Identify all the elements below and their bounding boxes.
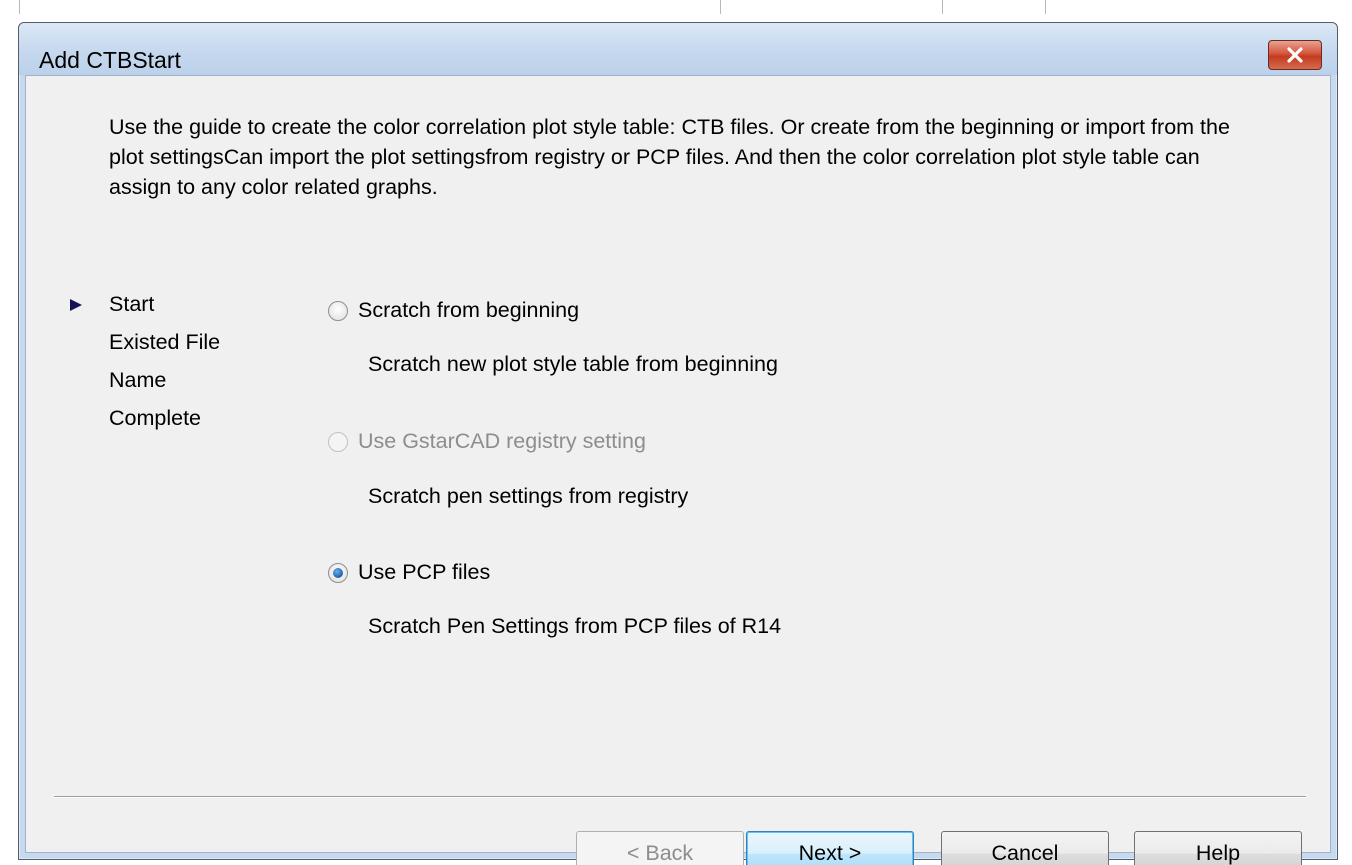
option-description: Scratch new plot style table from beginn… (368, 352, 778, 376)
use-registry-setting-radio[interactable]: Use GstarCAD registry setting (328, 429, 646, 454)
use-pcp-files-radio[interactable]: Use PCP files (328, 560, 490, 585)
radio-button[interactable] (328, 431, 348, 452)
option-description: Scratch pen settings from registry (368, 484, 689, 508)
option-label: Use PCP files (358, 560, 491, 584)
step-name: Name (109, 368, 167, 392)
separator (54, 796, 1306, 798)
close-icon (1287, 47, 1303, 63)
background-edge (19, 0, 20, 14)
option-label: Use GstarCAD registry setting (358, 429, 646, 453)
add-ctb-dialog: Add CTBStart Use the guide to create the… (18, 22, 1338, 865)
background-edge (720, 0, 721, 14)
dialog-title: Add CTBStart (39, 47, 181, 73)
radio-button[interactable] (328, 562, 348, 583)
back-button[interactable]: < Back (576, 831, 744, 865)
background-edge (942, 0, 943, 14)
radio-button[interactable] (328, 300, 348, 321)
step-complete: Complete (109, 406, 202, 430)
dialog-body: Use the guide to create the color correl… (25, 75, 1331, 865)
scratch-from-beginning-radio[interactable]: Scratch from beginning (328, 298, 579, 323)
close-button[interactable] (1268, 40, 1322, 70)
option-description: Scratch Pen Settings from PCP files of R… (368, 614, 782, 638)
arrow-right-icon (70, 299, 82, 311)
option-label: Scratch from beginning (358, 298, 580, 322)
next-button[interactable]: Next > (746, 831, 914, 865)
background-edge (1045, 0, 1046, 14)
wizard-description: Use the guide to create the color correl… (109, 115, 1230, 199)
title-bar[interactable]: Add CTBStart (19, 23, 1337, 75)
cancel-button[interactable]: Cancel (941, 831, 1109, 865)
step-existed-file: Existed File (109, 330, 221, 354)
help-button[interactable]: Help (1134, 831, 1302, 865)
step-start: Start (109, 292, 155, 316)
